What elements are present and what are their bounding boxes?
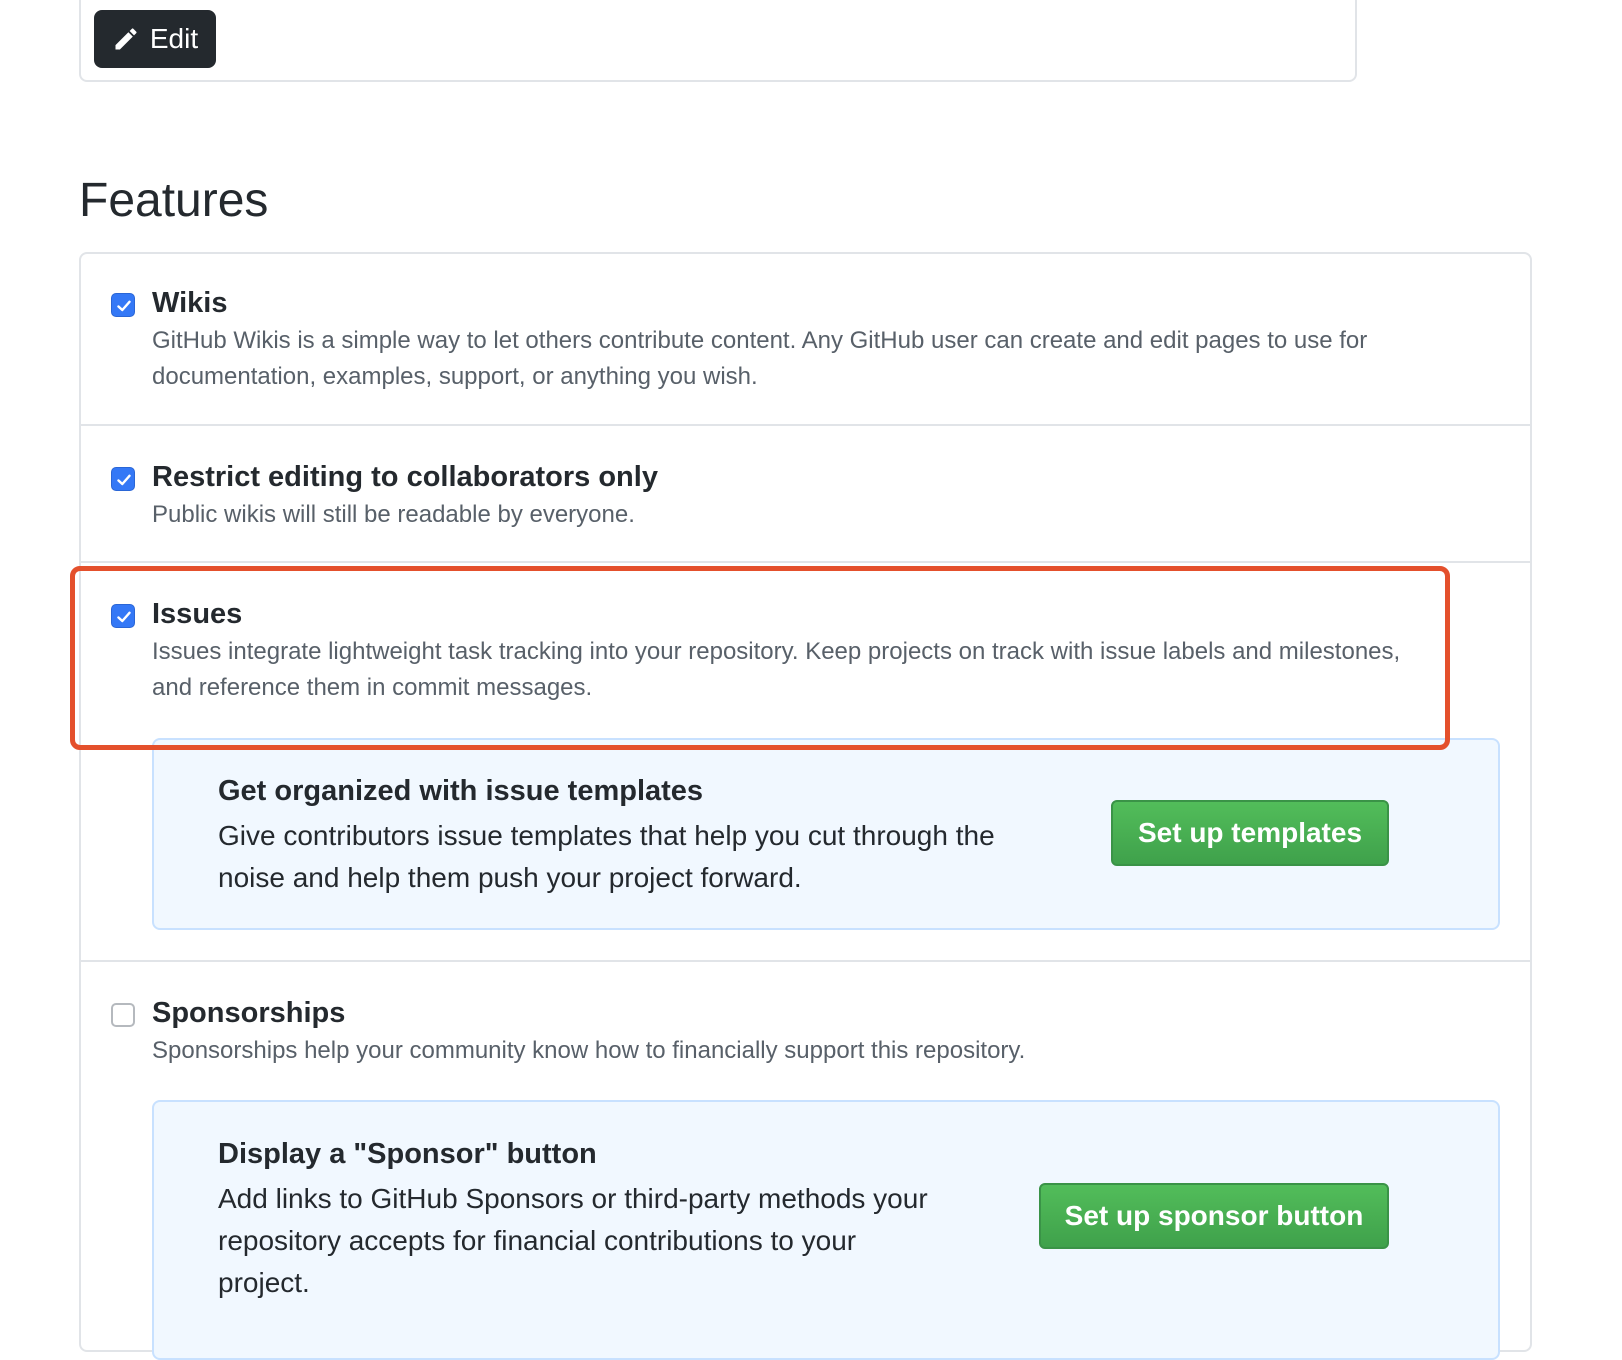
set-up-sponsor-button[interactable]: Set up sponsor button bbox=[1039, 1183, 1389, 1249]
description-line: Add links to GitHub Sponsors or third-pa… bbox=[218, 1183, 928, 1214]
check-icon bbox=[117, 474, 131, 486]
description-line: and reference them in commit messages. bbox=[152, 674, 593, 701]
wikis-checkbox[interactable] bbox=[111, 293, 135, 317]
restrict-editing-checkbox[interactable] bbox=[111, 467, 135, 491]
edit-button[interactable]: Edit bbox=[94, 10, 216, 68]
wikis-title: Wikis bbox=[152, 287, 228, 319]
divider bbox=[79, 424, 1532, 426]
description-line: documentation, examples, support, or any… bbox=[152, 363, 758, 390]
edit-button-label: Edit bbox=[149, 23, 199, 54]
check-icon bbox=[117, 611, 131, 623]
top-card bbox=[79, 0, 1357, 82]
sponsorships-description: Sponsorships help your community know ho… bbox=[152, 1033, 1512, 1069]
restrict-editing-title: Restrict editing to collaborators only bbox=[152, 461, 658, 493]
sponsor-button-title: Display a "Sponsor" button bbox=[218, 1138, 597, 1170]
issue-templates-title: Get organized with issue templates bbox=[218, 775, 704, 807]
description-line: GitHub Wikis is a simple way to let othe… bbox=[152, 327, 1368, 354]
restrict-editing-description: Public wikis will still be readable by e… bbox=[152, 497, 1512, 533]
description-line: repository accepts for financial contrib… bbox=[218, 1225, 857, 1256]
issue-templates-description: Give contributors issue templates that h… bbox=[218, 815, 995, 899]
description-line: Sponsorships help your community know ho… bbox=[152, 1037, 1026, 1064]
set-up-templates-button[interactable]: Set up templates bbox=[1111, 800, 1389, 866]
features-heading: Features bbox=[79, 174, 269, 227]
sponsorships-checkbox[interactable] bbox=[111, 1003, 135, 1027]
divider bbox=[79, 960, 1532, 962]
description-line: Public wikis will still be readable by e… bbox=[152, 501, 635, 528]
issues-description: Issues integrate lightweight task tracki… bbox=[152, 634, 1512, 706]
description-line: Issues integrate lightweight task tracki… bbox=[152, 638, 1401, 665]
description-line: noise and help them push your project fo… bbox=[218, 862, 802, 893]
divider bbox=[79, 561, 1532, 563]
description-line: Give contributors issue templates that h… bbox=[218, 820, 995, 851]
wikis-description: GitHub Wikis is a simple way to let othe… bbox=[152, 323, 1512, 395]
issues-checkbox[interactable] bbox=[111, 604, 135, 628]
sponsor-button-description: Add links to GitHub Sponsors or third-pa… bbox=[218, 1178, 928, 1304]
check-icon bbox=[117, 300, 131, 312]
pencil-icon bbox=[112, 25, 140, 53]
issues-title: Issues bbox=[152, 598, 243, 630]
sponsorships-title: Sponsorships bbox=[152, 997, 346, 1029]
description-line: project. bbox=[218, 1267, 310, 1298]
